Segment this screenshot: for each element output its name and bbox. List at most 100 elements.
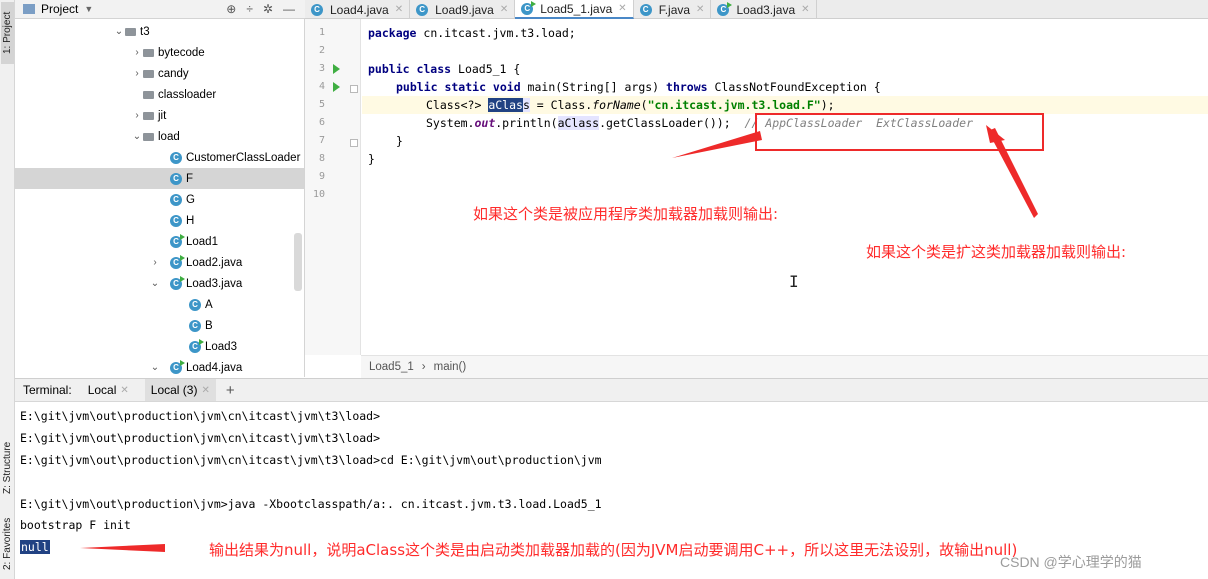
code-line-8: } bbox=[368, 152, 375, 166]
project-tool-tab[interactable]: 1: Project bbox=[1, 2, 14, 64]
tree-scrollbar[interactable] bbox=[294, 233, 302, 291]
tree-item[interactable]: › C Load2.java bbox=[15, 252, 304, 273]
line-number: 7 bbox=[318, 135, 325, 146]
class-icon: C bbox=[170, 172, 182, 185]
line-number: 9 bbox=[318, 171, 325, 182]
runnable-class-icon: C bbox=[170, 254, 185, 269]
project-panel-title[interactable]: Project bbox=[41, 2, 78, 16]
class-icon: C bbox=[170, 151, 182, 164]
chevron-right-icon[interactable]: › bbox=[131, 47, 143, 58]
annotation-box bbox=[755, 113, 1044, 151]
annotation-app-loader: 如果这个类是被应用程序类加载器加载则输出: bbox=[473, 205, 779, 223]
text-cursor-icon: I bbox=[789, 272, 799, 291]
project-tree: ⌄ t3 › bytecode › candy classloader › jit ⌄ l… bbox=[15, 19, 305, 377]
close-icon[interactable]: ✕ bbox=[801, 4, 809, 15]
runnable-class-icon: C bbox=[521, 0, 537, 15]
gear-icon[interactable]: ✲ bbox=[263, 2, 273, 16]
tree-item[interactable]: › jit bbox=[15, 105, 304, 126]
close-icon[interactable]: ✕ bbox=[201, 385, 209, 396]
line-number: 3 bbox=[318, 63, 325, 74]
terminal-tab-local-3[interactable]: Local (3) ✕ bbox=[144, 379, 216, 401]
tree-item[interactable]: CH bbox=[15, 210, 304, 231]
class-icon: C bbox=[311, 3, 323, 16]
terminal-line: E:\git\jvm\out\production\jvm\cn\itcast\… bbox=[20, 453, 602, 467]
folder-icon bbox=[125, 27, 136, 36]
terminal-null-output: null bbox=[20, 540, 50, 554]
close-icon[interactable]: ✕ bbox=[120, 385, 128, 396]
tree-item[interactable]: › bytecode bbox=[15, 42, 304, 63]
terminal-label: Terminal: bbox=[23, 383, 72, 397]
code-line-3: public class Load5_1 { bbox=[368, 62, 521, 76]
tree-item[interactable]: C CustomerClassLoader bbox=[15, 147, 304, 168]
close-icon[interactable]: ✕ bbox=[696, 4, 704, 15]
tree-item[interactable]: CG bbox=[15, 189, 304, 210]
tree-item[interactable]: C Load1 bbox=[15, 231, 304, 252]
breadcrumb-class[interactable]: Load5_1 bbox=[369, 361, 414, 373]
runnable-class-icon: C bbox=[717, 1, 733, 16]
class-icon: C bbox=[189, 298, 201, 311]
annotation-bootstrap: 输出结果为null，说明aClass这个类是由启动类加载器加载的(因为JVM启动… bbox=[209, 541, 1018, 559]
terminal-tab-local[interactable]: Local ✕ bbox=[82, 379, 135, 401]
folder-icon bbox=[143, 132, 154, 141]
tree-item[interactable]: ⌄ C Load4.java bbox=[15, 357, 304, 377]
favorites-tool-tab[interactable]: 2: Favorites bbox=[1, 512, 14, 576]
runnable-class-icon: C bbox=[189, 338, 204, 353]
locate-icon[interactable]: ⊕ bbox=[226, 2, 236, 16]
runnable-class-icon: C bbox=[170, 275, 185, 290]
fold-icon[interactable] bbox=[350, 85, 358, 93]
folder-icon bbox=[143, 90, 154, 99]
add-terminal-button[interactable]: + bbox=[226, 382, 235, 399]
class-icon: C bbox=[189, 319, 201, 332]
run-class-icon[interactable] bbox=[333, 64, 340, 74]
hide-icon[interactable]: — bbox=[283, 2, 295, 16]
line-number: 10 bbox=[312, 189, 325, 200]
editor-gutter: 1 2 3 4 5 6 7 8 9 10 bbox=[305, 19, 361, 355]
code-editor[interactable]: package cn.itcast.jvm.t3.load; public cl… bbox=[362, 19, 1208, 355]
tab-load9[interactable]: C Load9.java ✕ bbox=[410, 0, 516, 19]
tab-f[interactable]: C F.java ✕ bbox=[634, 0, 712, 19]
close-icon[interactable]: ✕ bbox=[395, 4, 403, 15]
line-number: 2 bbox=[318, 45, 325, 56]
terminal-header: Terminal: Local ✕ Local (3) ✕ + bbox=[15, 378, 1208, 402]
class-icon: C bbox=[639, 3, 652, 16]
chevron-down-icon[interactable]: ⌄ bbox=[113, 26, 125, 37]
class-icon: C bbox=[170, 193, 182, 206]
chevron-down-icon[interactable]: ▼ bbox=[84, 4, 93, 14]
tree-item[interactable]: CB bbox=[15, 315, 304, 336]
folder-icon bbox=[143, 111, 154, 120]
chevron-right-icon[interactable]: › bbox=[131, 110, 143, 121]
code-line-7: } bbox=[396, 134, 403, 148]
tab-load3[interactable]: C Load3.java ✕ bbox=[711, 0, 817, 19]
line-number: 8 bbox=[318, 153, 325, 164]
chevron-right-icon[interactable]: › bbox=[149, 257, 161, 268]
tree-item[interactable]: classloader bbox=[15, 84, 304, 105]
breadcrumb-method[interactable]: main() bbox=[434, 361, 467, 373]
terminal-line: bootstrap F init bbox=[20, 518, 131, 532]
tree-item[interactable]: CA bbox=[15, 294, 304, 315]
line-number: 5 bbox=[318, 99, 325, 110]
tab-load5-1[interactable]: C Load5_1.java ✕ bbox=[515, 0, 634, 19]
chevron-down-icon[interactable]: ⌄ bbox=[131, 131, 143, 142]
class-icon: C bbox=[170, 214, 182, 227]
tab-load4[interactable]: C Load4.java ✕ bbox=[305, 0, 411, 19]
structure-tool-tab[interactable]: Z: Structure bbox=[1, 432, 14, 504]
collapse-icon[interactable]: ÷ bbox=[246, 2, 253, 16]
chevron-down-icon[interactable]: ⌄ bbox=[149, 362, 161, 373]
close-icon[interactable]: ✕ bbox=[618, 3, 626, 14]
chevron-right-icon[interactable]: › bbox=[131, 68, 143, 79]
run-method-icon[interactable] bbox=[333, 82, 340, 92]
code-line-4: public static void main(String[] args) t… bbox=[396, 80, 881, 94]
fold-icon[interactable] bbox=[350, 139, 358, 147]
terminal-line: E:\git\jvm\out\production\jvm>java -Xboo… bbox=[20, 497, 602, 511]
project-icon bbox=[23, 4, 35, 14]
code-line-5: Class<?> aClass = Class.forName("cn.itca… bbox=[426, 98, 835, 112]
close-icon[interactable]: ✕ bbox=[500, 4, 508, 15]
tree-item[interactable]: CF bbox=[15, 168, 304, 189]
chevron-down-icon[interactable]: ⌄ bbox=[149, 278, 161, 289]
folder-icon bbox=[143, 69, 154, 78]
tree-item[interactable]: ⌄ load bbox=[15, 126, 304, 147]
tree-item[interactable]: ⌄ C Load3.java bbox=[15, 273, 304, 294]
tree-item[interactable]: ⌄ t3 bbox=[15, 21, 304, 42]
tree-item[interactable]: C Load3 bbox=[15, 336, 304, 357]
tree-item[interactable]: › candy bbox=[15, 63, 304, 84]
